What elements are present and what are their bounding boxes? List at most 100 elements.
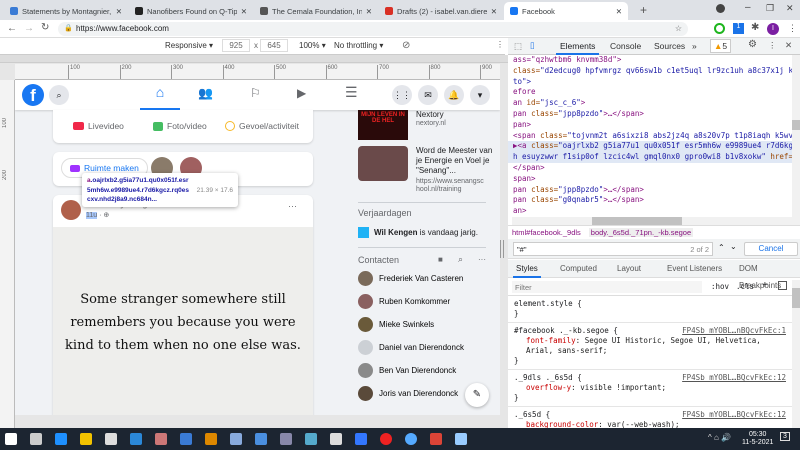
dom-node-line[interactable]: <span class="tojvnm2t a6sixzi8 abs2jz4q … — [508, 131, 792, 142]
styles-tab[interactable]: Event Listeners — [664, 260, 725, 278]
chrome-icon[interactable] — [430, 433, 442, 445]
app-icon[interactable] — [205, 433, 217, 445]
media-icon[interactable] — [716, 4, 725, 13]
contact-item[interactable]: Ruben Komkommer — [358, 290, 486, 313]
close-tab-icon[interactable]: ✕ — [616, 7, 622, 16]
avatar[interactable]: I — [767, 23, 779, 35]
account-dropdown-icon[interactable]: ▾ — [470, 85, 490, 105]
forward-icon[interactable]: → — [24, 23, 34, 34]
dom-node-line[interactable]: ▶<a class="oajrlxb2 g5ia77u1 qu0x051f es… — [508, 141, 792, 153]
styles-tab[interactable]: DOM Breakpoints — [736, 260, 800, 290]
more-tabs-button[interactable]: » — [692, 41, 697, 51]
clock[interactable]: 05:30 11-5-2021 — [742, 431, 773, 447]
video-room-icon[interactable]: ■ — [438, 255, 443, 264]
rule-source-link[interactable]: FP4Sb_mYOBL…BQcvFkEc:12 — [682, 410, 786, 420]
settings-icon[interactable] — [330, 433, 342, 445]
paint-brush-icon[interactable] — [230, 433, 242, 445]
paint-icon[interactable] — [155, 433, 167, 445]
ad-title[interactable]: Word de Meester van je Energie en Voel j… — [416, 146, 500, 176]
app-icon[interactable] — [355, 433, 367, 445]
hover-state-toggle[interactable]: :hov — [711, 282, 729, 291]
extension-icon[interactable] — [714, 23, 725, 34]
cortana-icon[interactable] — [405, 433, 417, 445]
dom-node-line[interactable]: ass="qzhwtbm6 knvmm38d"> — [508, 55, 792, 66]
start-icon[interactable] — [5, 433, 17, 445]
styles-scrollbar[interactable] — [792, 280, 800, 428]
dom-node-line[interactable]: </span> — [508, 163, 792, 174]
messenger-icon[interactable]: ✉ — [418, 85, 438, 105]
dom-node-line[interactable]: pan class="jpp8pzdo">…</span> — [508, 109, 792, 120]
dom-vertical-scrollbar[interactable] — [792, 55, 800, 225]
app-icon[interactable] — [280, 433, 292, 445]
nav-menu-icon[interactable]: ☰ — [345, 84, 358, 101]
css-declaration[interactable]: font-family: Segoe UI Historic, Segoe UI… — [514, 336, 786, 356]
apps-grid-icon[interactable]: ⋮⋮ — [392, 85, 412, 105]
rule-source-link[interactable]: FP4Sb_mYOBL…BQcvFkEc:12 — [682, 373, 786, 383]
birthday-item[interactable]: Wil Kengen is vandaag jarig. — [358, 227, 478, 238]
settings-icon[interactable]: ⚙ — [748, 39, 757, 50]
nav-pages-icon[interactable]: ⚐ — [250, 86, 261, 100]
css-rule[interactable]: element.style {} — [508, 296, 792, 323]
back-icon[interactable]: ← — [7, 23, 17, 34]
more-options-icon[interactable]: ⋮ — [496, 40, 504, 49]
css-declaration[interactable]: background-color: var(--web-wash); — [514, 420, 786, 428]
close-tab-icon[interactable]: ✕ — [366, 7, 372, 16]
search-icon[interactable]: ⌕ — [49, 85, 69, 105]
facebook-logo[interactable]: f — [22, 84, 44, 106]
warnings-badge[interactable]: ▲5 — [710, 39, 732, 53]
height-input[interactable]: 645 — [260, 39, 288, 52]
close-tab-icon[interactable]: ✕ — [241, 7, 247, 16]
css-rule[interactable]: FP4Sb_mYOBL…BQcvFkEc:12 ._6s5d {backgroun… — [508, 407, 792, 428]
close-devtools-icon[interactable]: ✕ — [785, 40, 792, 51]
devtools-tab-elements[interactable]: Elements — [556, 38, 600, 55]
devtools-menu-icon[interactable]: ⋮ — [768, 40, 777, 51]
new-tab-button[interactable]: + — [640, 3, 647, 17]
inspect-icon[interactable]: ⬚ — [514, 41, 522, 52]
edge-icon[interactable] — [55, 433, 67, 445]
mail-icon[interactable] — [130, 433, 142, 445]
search-next-icon[interactable]: ⌄ — [730, 242, 737, 251]
drop-icon[interactable] — [180, 433, 192, 445]
star-icon[interactable]: ☆ — [675, 22, 682, 36]
zoom-select[interactable]: 100% ▾ — [299, 41, 326, 50]
resize-handle[interactable] — [500, 240, 504, 258]
puzzle-icon[interactable]: ✱ — [751, 22, 759, 33]
photos-icon[interactable] — [255, 433, 267, 445]
new-message-button[interactable]: ✎ — [465, 383, 489, 407]
dom-node-line[interactable]: an> — [508, 206, 792, 217]
dom-node-line[interactable]: to"> — [508, 77, 792, 88]
breadcrumb-item[interactable]: html#facebook._9dls — [512, 228, 581, 237]
devtools-tab-console[interactable]: Console — [606, 38, 645, 55]
post-time[interactable]: 11u — [86, 212, 98, 219]
browser-tab[interactable]: The Cemala Foundation, Inc. ✕ — [254, 2, 378, 20]
dom-node-line[interactable]: an id="jsc_c_6"> — [508, 98, 792, 109]
record-icon[interactable] — [380, 433, 392, 445]
styles-tab[interactable]: Styles — [513, 260, 541, 278]
nav-home-icon[interactable]: ⌂ — [140, 84, 180, 110]
elements-dom-tree[interactable]: ass="qzhwtbm6 knvmm38d"> class="d2edcug0 … — [508, 55, 792, 225]
rule-source-link[interactable]: FP4Sb_mYOBL…nBQcvFkEc:1 — [682, 326, 786, 336]
app-icon[interactable] — [305, 433, 317, 445]
task-view-icon[interactable] — [30, 433, 42, 445]
sidebar-toggle-icon[interactable] — [778, 281, 787, 290]
menu-icon[interactable]: ⋮ — [788, 23, 797, 34]
browser-tab[interactable]: Statements by Montagnier, Nobel ✕ — [4, 2, 128, 20]
search-cancel-button[interactable]: Cancel — [744, 242, 798, 256]
new-rule-button[interactable]: + — [762, 280, 768, 291]
dom-horizontal-scrollbar[interactable] — [512, 217, 792, 225]
css-rule[interactable]: FP4Sb_mYOBL…BQcvFkEc:12 ._9dls ._6s5d {ov… — [508, 370, 792, 407]
feeling-button[interactable]: Gevoel/activiteit — [225, 121, 299, 131]
post-more-button[interactable]: ··· — [288, 201, 297, 211]
dom-node-line[interactable]: pan class="g0qnabr5">…</span> — [508, 195, 792, 206]
store-icon[interactable] — [105, 433, 117, 445]
dom-node-line[interactable]: class="d2edcug0 hpfvmrgz qv66sw1b c1et5u… — [508, 66, 792, 77]
dom-node-line[interactable]: h esuyzwwr f1sip0of lzcic4wl gmql0nx0 gp… — [508, 152, 792, 163]
nav-watch-icon[interactable]: ▶ — [297, 86, 306, 100]
dom-node-line[interactable]: efore — [508, 87, 792, 98]
minimize-button[interactable]: – — [745, 2, 751, 13]
contacts-search-icon[interactable]: ⌕ — [458, 254, 463, 265]
breadcrumb-item[interactable]: body._6s5d._71pn._-kb.segoe — [588, 228, 694, 237]
device-mode-select[interactable]: Responsive ▾ — [165, 41, 213, 50]
styles-tab[interactable]: Computed — [557, 260, 600, 278]
browser-tab[interactable]: Nanofibers Found on Q-Tips Used ✕ — [129, 2, 253, 20]
